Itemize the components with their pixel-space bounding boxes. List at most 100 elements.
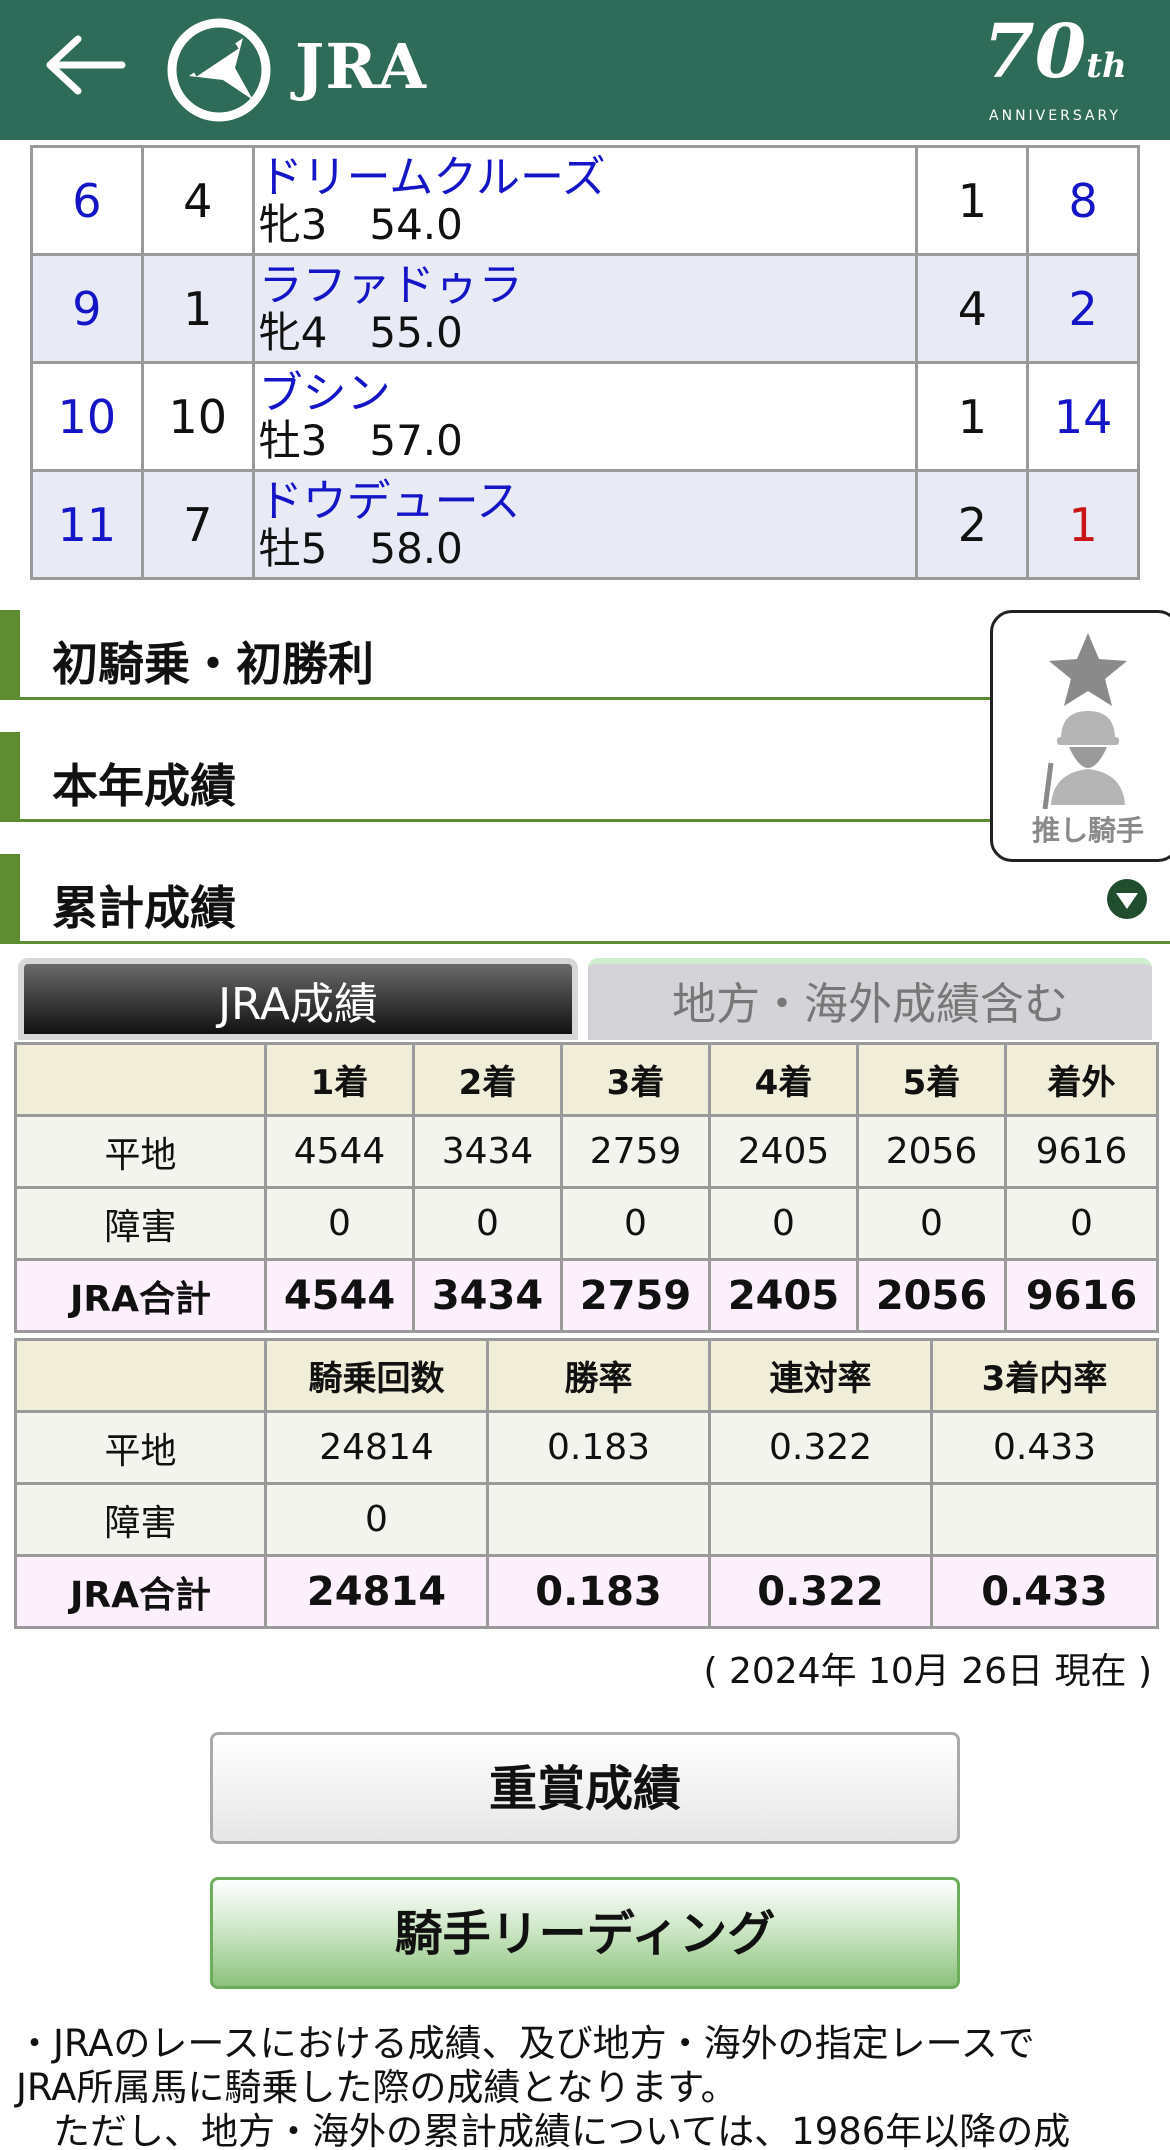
place-cell: 1: [915, 361, 1030, 472]
popularity-cell: 2: [1026, 253, 1140, 364]
horse-info: 牝4 55.0: [258, 307, 463, 357]
value-cell: 24814: [264, 1554, 489, 1629]
header-cell: 騎乗回数: [264, 1338, 489, 1413]
jra-logo[interactable]: JRA: [165, 16, 445, 122]
anniversary-badge: 70th ANNIVERSARY: [970, 9, 1140, 124]
table-total-row: JRA合計 4544 3434 2759 2405 2056 9616: [14, 1258, 1159, 1333]
table-row: 11 7 ドウデュース 牡5 58.0 2 1: [30, 469, 1140, 580]
horse-info: 牡5 58.0: [258, 523, 463, 573]
table-total-row: JRA合計 24814 0.183 0.322 0.433: [14, 1554, 1159, 1629]
note-line: JRA所属馬に騎乗した際の成績となります。: [16, 2066, 738, 2109]
horse-number-cell[interactable]: 6: [30, 145, 144, 256]
section-title: 初騎乗・初勝利: [52, 637, 374, 691]
value-cell: 24814: [264, 1410, 489, 1485]
anniversary-label: ANNIVERSARY: [989, 108, 1121, 124]
popularity-cell: 14: [1026, 361, 1140, 472]
value-cell: 2056: [856, 1258, 1007, 1333]
horse-cell[interactable]: ラファドゥラ 牝4 55.0: [251, 253, 919, 364]
value-cell: 0.433: [930, 1554, 1159, 1629]
value-cell: [708, 1482, 933, 1557]
value-cell: 0: [560, 1186, 711, 1261]
value-cell: [486, 1482, 711, 1557]
header-cell: 1着: [264, 1042, 415, 1117]
row-label: 障害: [14, 1482, 267, 1557]
value-cell: 2759: [560, 1114, 711, 1189]
value-cell: 0.322: [708, 1410, 933, 1485]
horse-number-cell[interactable]: 10: [30, 361, 144, 472]
tab-jra-results[interactable]: JRA成績: [18, 958, 578, 1040]
header-cell: 着外: [1004, 1042, 1159, 1117]
value-cell: 9616: [1004, 1114, 1159, 1189]
table-row: 平地 4544 3434 2759 2405 2056 9616: [14, 1114, 1159, 1189]
back-button[interactable]: [40, 30, 130, 100]
value-cell: 0: [264, 1482, 489, 1557]
table-header-row: 1着 2着 3着 4着 5着 着外: [14, 1042, 1159, 1117]
section-accent-bar: [0, 732, 20, 822]
value-cell: 0.322: [708, 1554, 933, 1629]
results-tabs: JRA成績 地方・海外成績含む: [18, 958, 1152, 1040]
grade-results-button[interactable]: 重賞成績: [210, 1732, 960, 1844]
section-title: 本年成績: [52, 759, 236, 813]
app-header: JRA 70th ANNIVERSARY: [0, 0, 1170, 140]
value-cell: 2405: [708, 1258, 859, 1333]
header-cell: 4着: [708, 1042, 859, 1117]
header-cell: 連対率: [708, 1338, 933, 1413]
header-cell: 2着: [412, 1042, 563, 1117]
as-of-date: ( 2024年 10月 26日 現在 ): [703, 1651, 1152, 1692]
value-cell: 0: [1004, 1186, 1159, 1261]
jra-emblem-icon: [167, 18, 271, 122]
section-title: 累計成績: [52, 881, 236, 935]
gate-cell: 4: [140, 145, 255, 256]
gate-cell: 1: [140, 253, 255, 364]
section-cumulative[interactable]: 累計成績: [0, 854, 1170, 944]
value-cell: [930, 1482, 1159, 1557]
value-cell: 0.433: [930, 1410, 1159, 1485]
value-cell: 2759: [560, 1258, 711, 1333]
value-cell: 0: [412, 1186, 563, 1261]
value-cell: 0: [856, 1186, 1007, 1261]
horse-number-cell[interactable]: 9: [30, 253, 144, 364]
value-cell: 4544: [264, 1114, 415, 1189]
table-row: 障害 0: [14, 1482, 1159, 1557]
back-arrow-icon: [46, 35, 126, 95]
row-label: 平地: [14, 1114, 267, 1189]
horse-name-link[interactable]: ラファドゥラ: [255, 261, 916, 310]
note-line: ・JRAのレースにおける成績、及び地方・海外の指定レースで: [16, 2022, 1035, 2065]
horse-name-link[interactable]: ドリームクルーズ: [255, 153, 916, 202]
value-cell: 0: [264, 1186, 415, 1261]
favorite-jockey-button[interactable]: 推し騎手: [990, 610, 1170, 862]
value-cell: 4544: [264, 1258, 415, 1333]
section-accent-bar: [0, 610, 20, 700]
note-line: ただし、地方・海外の累計成績については、1986年以降の成: [53, 2110, 1071, 2150]
gate-cell: 7: [140, 469, 255, 580]
row-label: 平地: [14, 1410, 267, 1485]
horse-name-link[interactable]: ドウデュース: [255, 477, 916, 526]
header-cell: 勝率: [486, 1338, 711, 1413]
rates-table: 騎乗回数 勝率 連対率 3着内率 平地 24814 0.183 0.322 0.…: [14, 1338, 1159, 1629]
value-cell: 3434: [412, 1258, 563, 1333]
horse-cell[interactable]: ドリームクルーズ 牝3 54.0: [251, 145, 919, 256]
value-cell: 0.183: [486, 1410, 711, 1485]
horse-cell[interactable]: ブシン 牡3 57.0: [251, 361, 919, 472]
table-header-row: 騎乗回数 勝率 連対率 3着内率: [14, 1338, 1159, 1413]
section-accent-bar: [0, 854, 20, 944]
notes: ・JRAのレースにおける成績、及び地方・海外の指定レースで JRA所属馬に騎乗し…: [16, 2022, 1156, 2150]
horse-name-link[interactable]: ブシン: [255, 369, 916, 418]
table-row: 10 10 ブシン 牡3 57.0 1 14: [30, 361, 1140, 472]
tab-including-local-overseas[interactable]: 地方・海外成績含む: [588, 958, 1152, 1040]
collapse-toggle-icon[interactable]: [1106, 878, 1148, 920]
place-cell: 2: [915, 469, 1030, 580]
place-cell: 4: [915, 253, 1030, 364]
horse-number-cell[interactable]: 11: [30, 469, 144, 580]
value-cell: 3434: [412, 1114, 563, 1189]
favorite-jockey-label: 推し騎手: [1031, 814, 1144, 847]
jockey-leading-button[interactable]: 騎手リーディング: [210, 1877, 960, 1989]
header-cell: 5着: [856, 1042, 1007, 1117]
anniversary-number: 70: [983, 9, 1087, 95]
header-empty-cell: [14, 1042, 267, 1117]
value-cell: 2405: [708, 1114, 859, 1189]
horse-cell[interactable]: ドウデュース 牡5 58.0: [251, 469, 919, 580]
value-cell: 9616: [1004, 1258, 1159, 1333]
row-label: JRA合計: [14, 1258, 267, 1333]
table-row: 平地 24814 0.183 0.322 0.433: [14, 1410, 1159, 1485]
